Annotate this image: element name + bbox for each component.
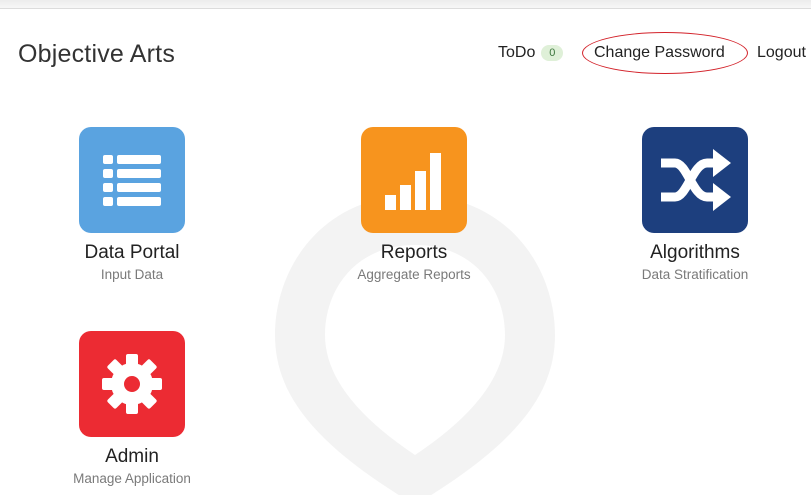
change-password-label: Change Password xyxy=(594,44,725,61)
tile-subtitle: Data Stratification xyxy=(641,267,749,282)
todo-link[interactable]: ToDo 0 xyxy=(498,44,564,62)
shuffle-icon xyxy=(661,149,731,211)
algorithms-icon-box[interactable] xyxy=(642,127,748,233)
admin-icon-box[interactable] xyxy=(79,331,185,437)
todo-label: ToDo xyxy=(498,44,536,61)
top-border xyxy=(0,0,811,9)
app-brand: Objective Arts xyxy=(18,40,176,68)
tile-title[interactable]: Reports xyxy=(324,242,504,264)
todo-count-badge: 0 xyxy=(541,45,564,61)
bar-chart-icon xyxy=(385,153,441,210)
reports-icon-box[interactable] xyxy=(361,127,467,233)
tile-admin[interactable]: Admin Manage Application xyxy=(42,331,222,486)
tile-title[interactable]: Admin xyxy=(42,446,222,468)
tile-reports[interactable]: Reports Aggregate Reports xyxy=(324,127,504,282)
tile-title[interactable]: Algorithms xyxy=(605,242,785,264)
tile-subtitle: Aggregate Reports xyxy=(357,267,471,282)
gear-icon xyxy=(102,354,162,414)
page: Objective Arts ToDo 0 Change Password Lo… xyxy=(0,0,811,495)
tile-algorithms[interactable]: Algorithms Data Stratification xyxy=(605,127,785,282)
logout-link[interactable]: Logout xyxy=(757,44,806,62)
tile-subtitle: Manage Application xyxy=(73,471,191,486)
list-icon xyxy=(103,155,161,206)
change-password-link[interactable]: Change Password xyxy=(582,32,750,76)
tile-data-portal[interactable]: Data Portal Input Data xyxy=(42,127,222,282)
tile-subtitle: Input Data xyxy=(100,267,164,282)
data-portal-icon-box[interactable] xyxy=(79,127,185,233)
tile-title[interactable]: Data Portal xyxy=(42,242,222,264)
